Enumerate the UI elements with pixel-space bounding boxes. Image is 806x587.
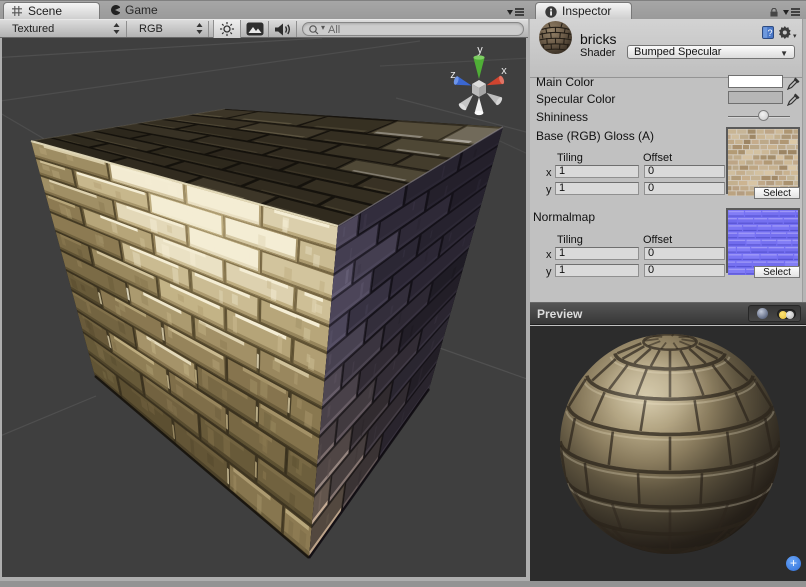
svg-text:?: ?	[767, 28, 772, 38]
svg-text:y: y	[477, 44, 483, 56]
svg-text:x: x	[501, 65, 507, 77]
svg-text:z: z	[450, 69, 456, 81]
